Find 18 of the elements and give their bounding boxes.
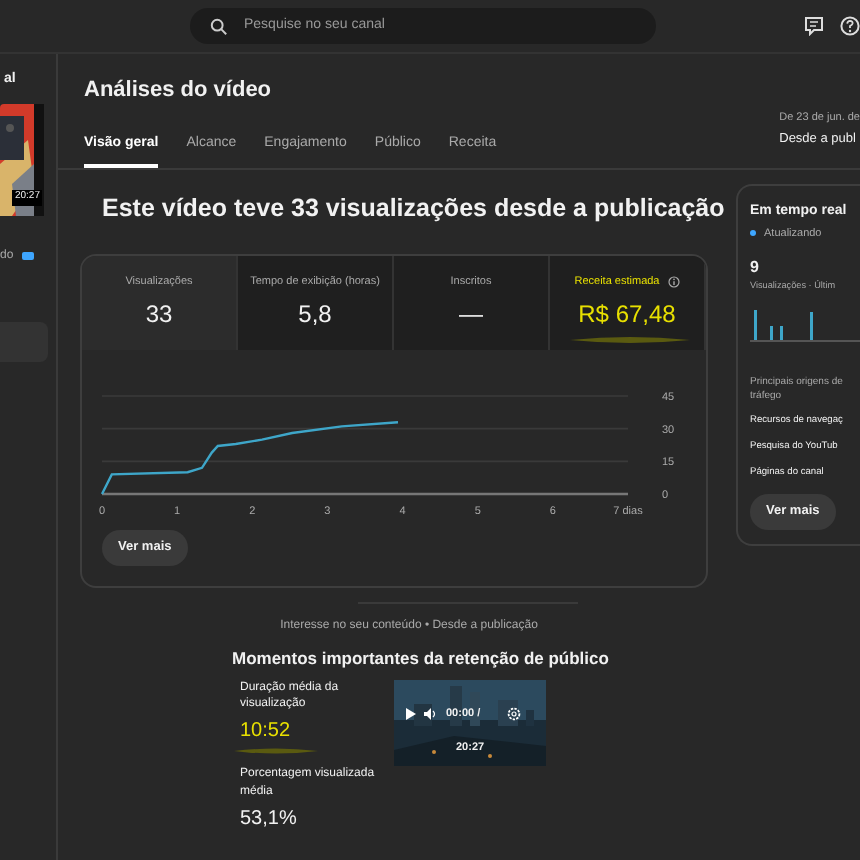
bar-sparkline <box>750 305 860 342</box>
page-title: Análises do vídeo <box>84 76 274 106</box>
section-title: Momentos importantes da retenção de público <box>232 645 611 671</box>
metric-value: — <box>459 298 483 332</box>
info-icon[interactable] <box>667 275 680 288</box>
feedback-icon[interactable] <box>804 16 824 36</box>
metric-value: 33 <box>145 298 173 332</box>
help-icon[interactable] <box>840 16 860 36</box>
volume-icon[interactable] <box>424 708 438 721</box>
stat-value: 53,1% <box>240 805 297 834</box>
realtime-count: 9 <box>750 255 761 280</box>
badge-icon <box>21 252 34 260</box>
settings-icon[interactable] <box>506 706 523 723</box>
metric-value: 5,8 <box>298 298 332 332</box>
status-dot <box>750 230 756 237</box>
metric-value: R$ 67,48 <box>578 298 676 332</box>
stat-value: 10:52 <box>240 718 291 747</box>
search-icon <box>210 17 228 35</box>
